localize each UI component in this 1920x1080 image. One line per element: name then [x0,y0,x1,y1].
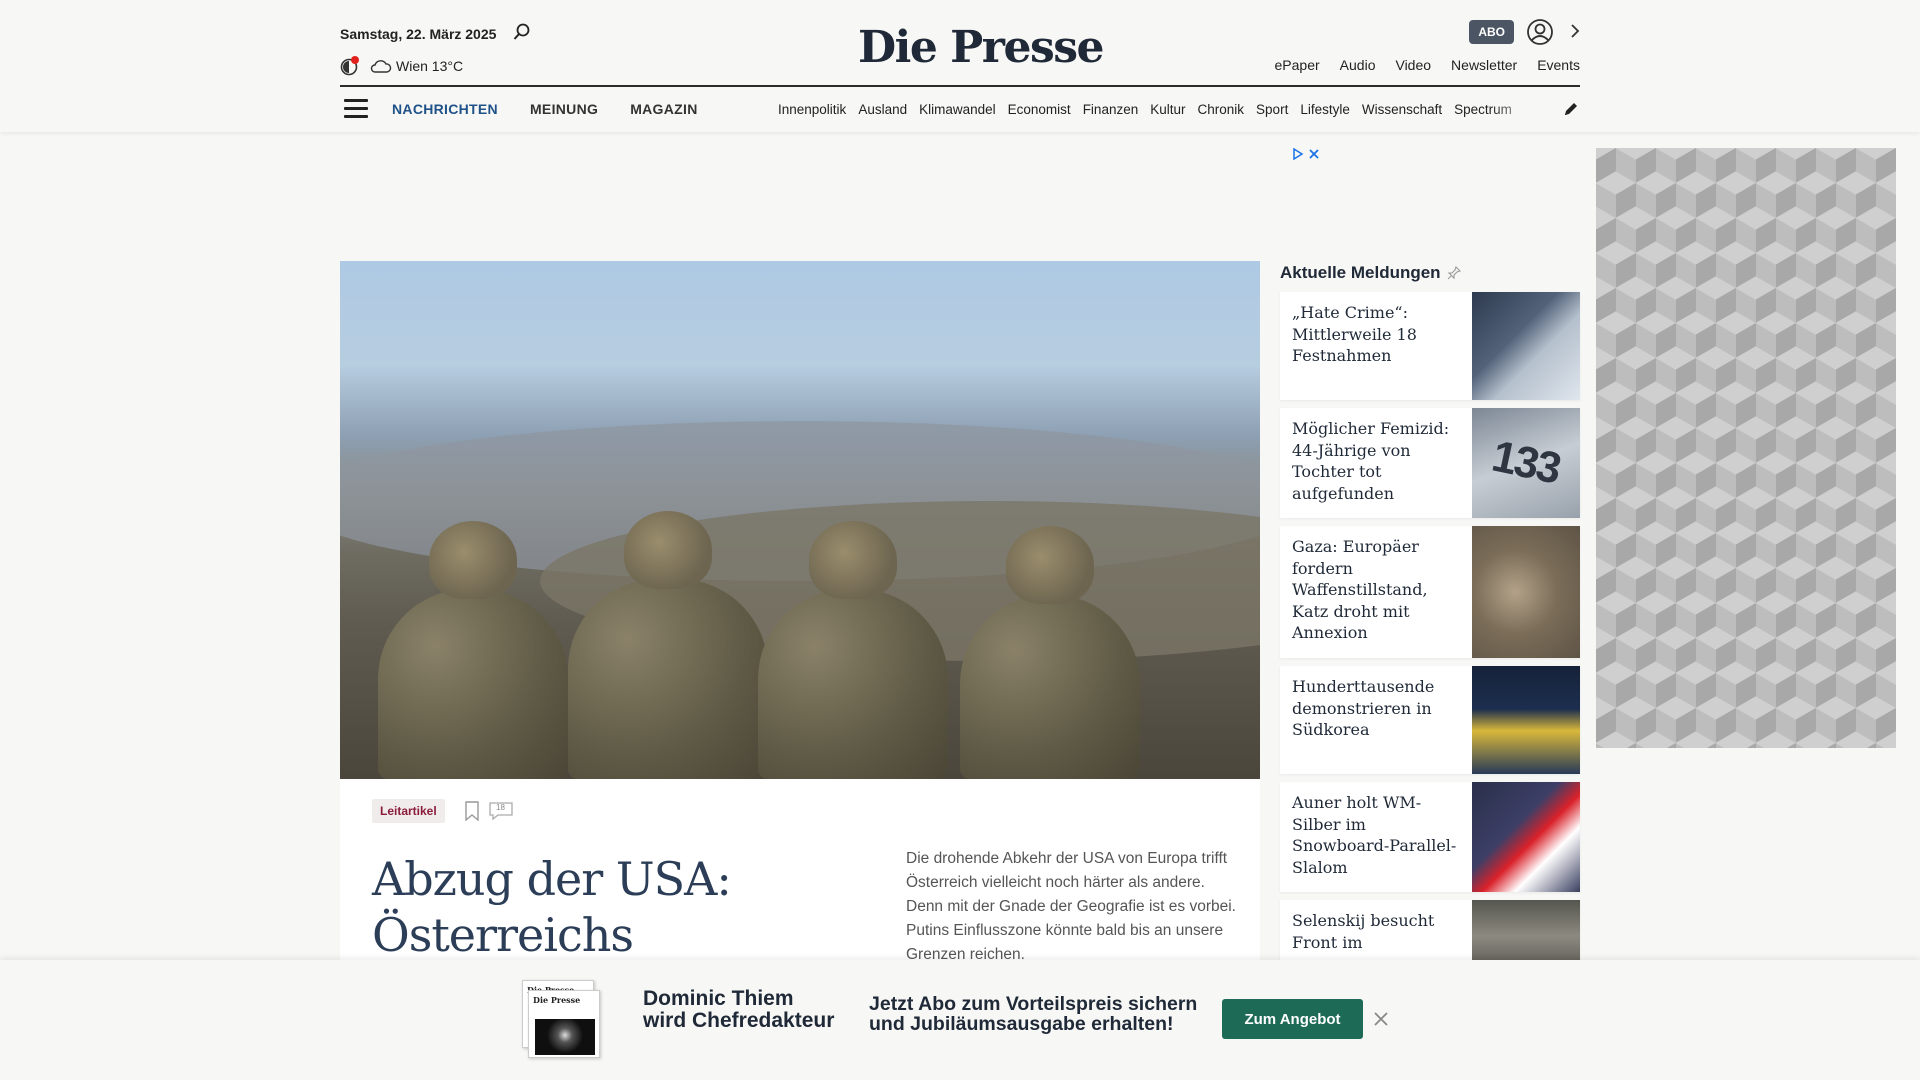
link-audio[interactable]: Audio [1340,57,1376,73]
hamburger-menu-icon[interactable] [344,99,368,119]
section-tabs: NACHRICHTEN MEINUNG MAGAZIN [392,101,698,117]
news-item[interactable]: Gaza: Europäer fordern Waffenstillstand,… [1280,526,1580,658]
news-item-title: Selenskij besucht Front im [1292,911,1435,952]
subnav-innenpolitik[interactable]: Innenpolitik [778,102,846,117]
subnav-klimawandel[interactable]: Klimawandel [919,102,996,117]
sidebar-title: Aktuelle Meldungen [1280,262,1580,284]
news-item-title: Hunderttausende demonstrieren in Südkore… [1292,677,1435,739]
news-item[interactable]: Möglicher Femizid: 44-Jährige von Tochte… [1280,408,1580,518]
banner-subline-line1: Jetzt Abo zum Vorteilspreis sichern [869,993,1198,1015]
news-item-title: „Hate Crime“: Mittlerweile 18 Festnahmen [1292,303,1417,365]
site-logo[interactable]: Die Presse [858,22,1104,73]
bookmark-icon[interactable] [464,801,480,821]
dark-mode-icon[interactable] [340,56,360,76]
news-item-title: Gaza: Europäer fordern Waffenstillstand,… [1292,537,1428,642]
sub-navigation: Innenpolitik Ausland Klimawandel Economi… [778,102,1542,117]
article-teaser: Die drohende Abkehr der USA von Europa t… [906,850,1236,963]
article-tag[interactable]: Leitartikel [372,799,445,823]
soldier-figure [568,511,768,779]
ad-close-icon[interactable] [1308,148,1320,160]
news-item-title: Auner holt WM-Silber im Snowboard-Parall… [1292,793,1457,877]
hero-image[interactable] [340,261,1260,779]
skyscraper-ad[interactable] [1596,148,1896,748]
news-item-thumbnail [1472,292,1580,400]
newspaper-front-page: Die Presse [528,990,600,1058]
subscription-banner: Die Presse Die Presse Dominic Thiem wird… [0,960,1920,1080]
banner-headline-line2: wird Chefredakteur [643,1009,835,1032]
link-events[interactable]: Events [1537,57,1580,73]
soldier-figure [758,521,948,779]
comment-count: 18 [496,803,505,812]
news-ticker-sidebar: Aktuelle Meldungen „Hate Crime“: Mittler… [1280,262,1580,990]
banner-subline: Jetzt Abo zum Vorteilspreis sichern und … [869,994,1197,1034]
subnav-sport[interactable]: Sport [1256,102,1288,117]
link-newsletter[interactable]: Newsletter [1451,57,1517,73]
subnav-chronik[interactable]: Chronik [1198,102,1245,117]
main-navigation: NACHRICHTEN MEINUNG MAGAZIN Innenpolitik… [340,87,1580,132]
cloud-icon [370,60,392,73]
weather-widget[interactable]: Wien 13°C [370,58,463,74]
tab-magazin[interactable]: MAGAZIN [630,101,697,117]
news-item-thumbnail [1472,666,1580,774]
current-date: Samstag, 22. März 2025 [340,26,497,42]
banner-subline-line2: und Jubiläumsausgabe erhalten! [869,1013,1174,1035]
tab-nachrichten[interactable]: NACHRICHTEN [392,101,498,117]
banner-headline-line1: Dominic Thiem [643,987,794,1010]
subnav-lifestyle[interactable]: Lifestyle [1300,102,1350,117]
news-item-title: Möglicher Femizid: 44-Jährige von Tochte… [1292,419,1450,503]
header-inner: Samstag, 22. März 2025 Wien 13°C Die Pre… [340,0,1580,132]
article-headline[interactable]: Abzug der USA: Österreichs [372,851,832,963]
top-links: ePaper Audio Video Newsletter Events [1275,57,1580,73]
subnav-economist[interactable]: Economist [1008,102,1071,117]
subnav-wissenschaft[interactable]: Wissenschaft [1362,102,1442,117]
soldier-figure [378,521,568,779]
subnav-fade [1490,95,1542,123]
abo-button[interactable]: ABO [1469,20,1514,44]
search-icon[interactable] [512,22,532,42]
news-item-thumbnail [1472,526,1580,658]
offer-button[interactable]: Zum Angebot [1222,999,1363,1039]
subnav-ausland[interactable]: Ausland [858,102,907,117]
pen-icon[interactable] [1562,100,1580,118]
pin-icon [1447,266,1461,280]
news-item[interactable]: Auner holt WM-Silber im Snowboard-Parall… [1280,782,1580,892]
news-item[interactable]: „Hate Crime“: Mittlerweile 18 Festnahmen [1280,292,1580,400]
user-icon[interactable] [1526,18,1554,46]
lead-article-card: Leitartikel 18 Abzug der USA: Österreich… [340,779,1260,989]
link-epaper[interactable]: ePaper [1275,57,1320,73]
adchoices-play-icon[interactable] [1292,148,1304,160]
subnav-finanzen[interactable]: Finanzen [1083,102,1139,117]
tab-meinung[interactable]: MEINUNG [530,101,598,117]
news-item-thumbnail [1472,782,1580,892]
link-video[interactable]: Video [1395,57,1431,73]
ad-marker[interactable] [1292,148,1320,160]
news-item-thumbnail: 133 [1472,408,1580,518]
subnav-kultur[interactable]: Kultur [1150,102,1185,117]
thumbnail-number: 133 [1488,431,1565,494]
sidebar-title-text: Aktuelle Meldungen [1280,263,1441,282]
news-item[interactable]: Hunderttausende demonstrieren in Südkore… [1280,666,1580,774]
soldier-figure [960,526,1140,779]
close-icon[interactable] [1372,1010,1390,1028]
banner-headline: Dominic Thiem wird Chefredakteur [643,988,834,1032]
paper-logo: Die Presse [533,995,581,1005]
site-header: Samstag, 22. März 2025 Wien 13°C Die Pre… [0,0,1920,132]
newspaper-photo [535,1019,595,1055]
weather-text: Wien 13°C [396,58,464,74]
chevron-right-icon[interactable] [1570,22,1580,40]
newspaper-image: Die Presse Die Presse [522,980,602,1060]
